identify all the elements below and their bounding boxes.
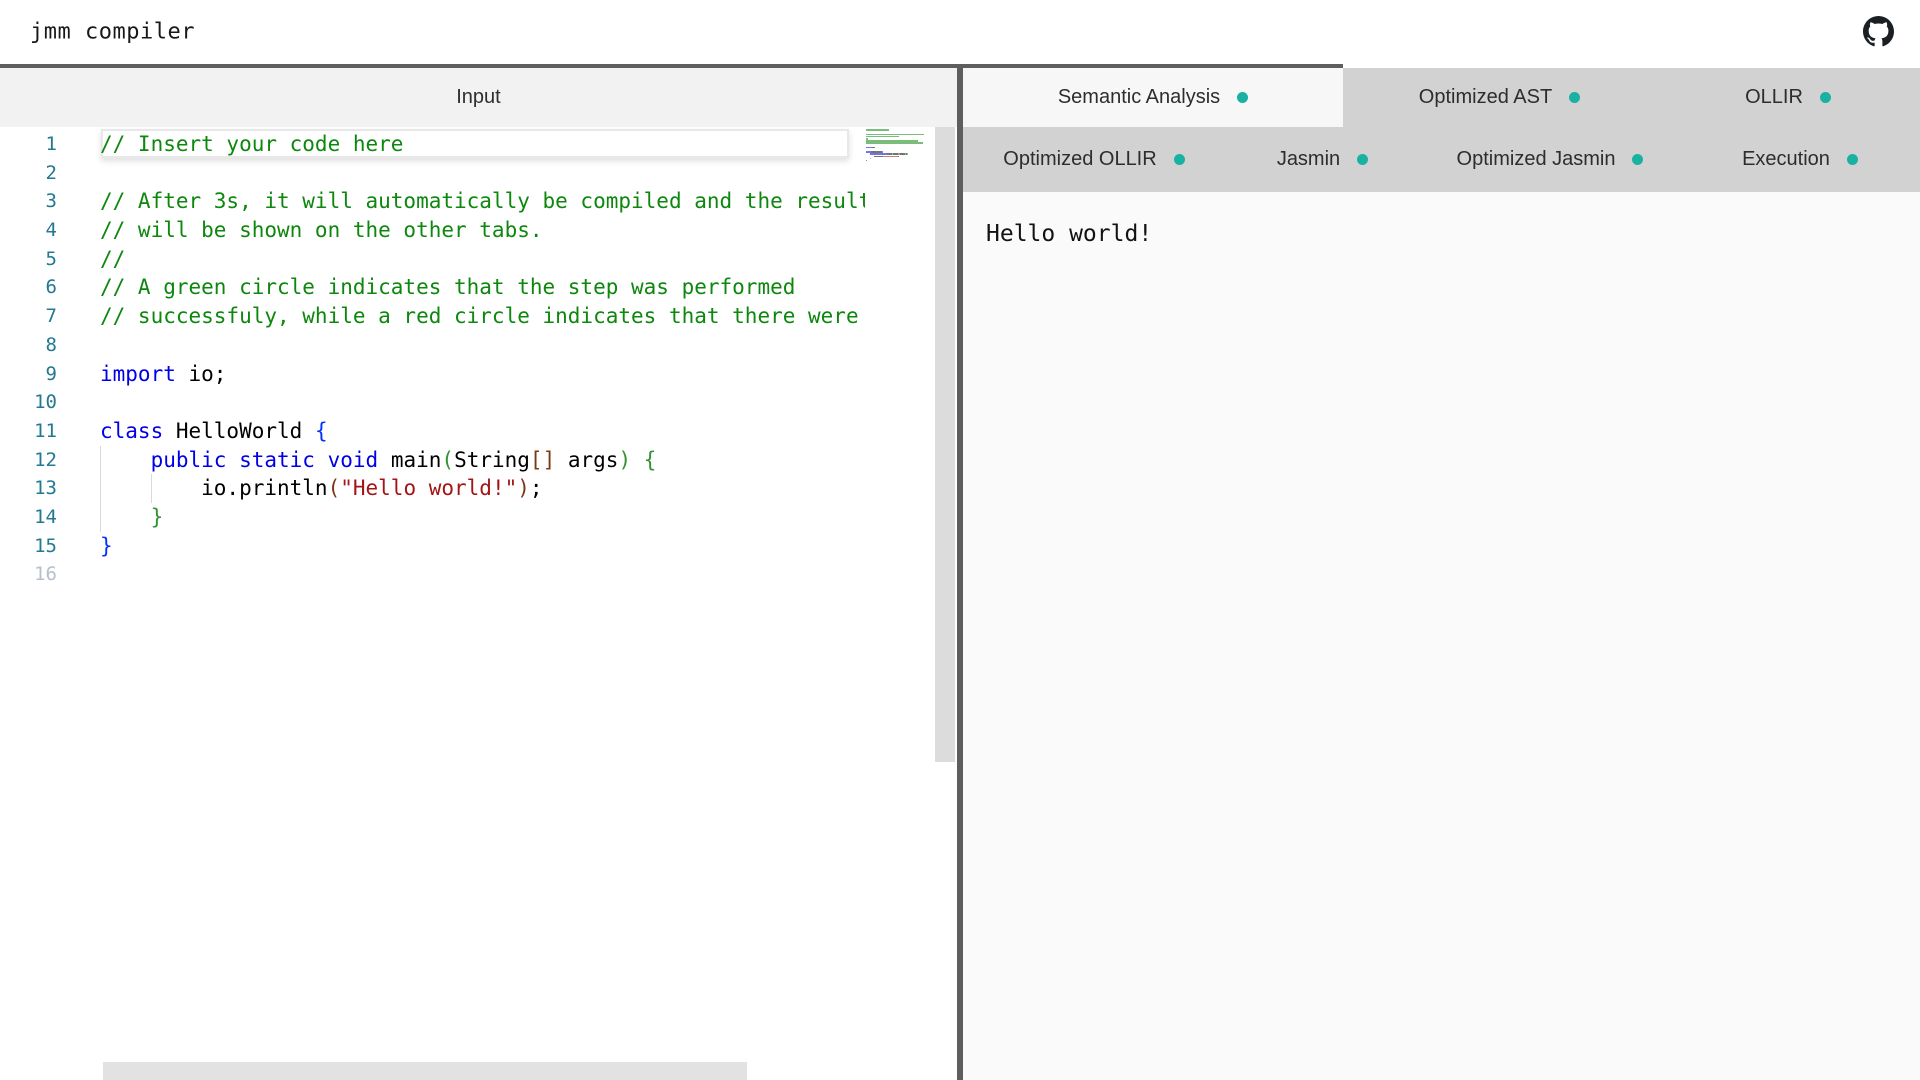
tab-label: Semantic Analysis xyxy=(1058,86,1220,109)
status-dot-semantic-analysis xyxy=(1237,92,1248,103)
code-line: io.println("Hello world!"); xyxy=(100,474,865,503)
code-editor[interactable]: 12345678910111213141516 // Insert your c… xyxy=(0,127,957,1080)
code-content: // Insert your code here // After 3s, it … xyxy=(100,130,865,910)
github-icon[interactable] xyxy=(1863,16,1894,47)
status-dot-optimized-ollir xyxy=(1174,154,1185,165)
app-root: jmm compiler Input 123456789101112131415… xyxy=(0,0,1920,1080)
code-line: import io; xyxy=(100,360,865,389)
minimap-line xyxy=(866,162,935,164)
indent-guide xyxy=(100,446,101,532)
line-number: 14 xyxy=(0,503,57,532)
code-line: } xyxy=(100,503,865,532)
line-number: 6 xyxy=(0,273,57,302)
tab-label: Optimized Jasmin xyxy=(1457,148,1616,171)
tab-label: Execution xyxy=(1742,148,1830,171)
line-number: 7 xyxy=(0,302,57,331)
indent-guide xyxy=(151,474,152,503)
tab-semantic-analysis[interactable]: Semantic Analysis xyxy=(963,68,1343,127)
input-tab-label: Input xyxy=(456,86,500,109)
code-line: // successfuly, while a red circle indic… xyxy=(100,302,865,331)
status-dot-optimized-ast xyxy=(1569,92,1580,103)
line-number: 4 xyxy=(0,216,57,245)
code-line xyxy=(100,159,865,188)
code-line xyxy=(100,331,865,360)
line-number: 16 xyxy=(0,560,57,589)
status-dot-ollir xyxy=(1820,92,1831,103)
code-line: // will be shown on the other tabs. xyxy=(100,216,865,245)
vertical-scrollbar[interactable] xyxy=(935,127,955,762)
minimap[interactable] xyxy=(866,129,935,164)
line-number: 10 xyxy=(0,388,57,417)
app-title: jmm compiler xyxy=(30,20,195,45)
tab-jasmin[interactable]: Jasmin xyxy=(1225,127,1420,192)
tabs-row-1: Semantic Analysis Optimized AST OLLIR xyxy=(963,68,1920,127)
code-line xyxy=(100,560,865,589)
code-line: // xyxy=(100,245,865,274)
tab-label: Optimized AST xyxy=(1419,86,1552,109)
output-text: Hello world! xyxy=(963,192,1920,247)
code-line: // After 3s, it will automatically be co… xyxy=(100,187,865,216)
code-line: class HelloWorld { xyxy=(100,417,865,446)
code-line: public static void main(String[] args) { xyxy=(100,446,865,475)
tab-optimized-ast[interactable]: Optimized AST xyxy=(1343,68,1656,127)
status-dot-jasmin xyxy=(1357,154,1368,165)
tab-execution[interactable]: Execution xyxy=(1680,127,1920,192)
tab-label: Optimized OLLIR xyxy=(1003,148,1156,171)
line-number: 2 xyxy=(0,159,57,188)
line-number: 12 xyxy=(0,446,57,475)
line-number: 8 xyxy=(0,331,57,360)
line-number: 11 xyxy=(0,417,57,446)
line-number-gutter: 12345678910111213141516 xyxy=(0,130,57,589)
output-content: Hello world! xyxy=(963,192,1920,1080)
output-pane: Semantic Analysis Optimized AST OLLIR Opti… xyxy=(963,68,1920,1080)
input-pane: Input 12345678910111213141516 // Insert … xyxy=(0,68,957,1080)
code-line: // A green circle indicates that the ste… xyxy=(100,273,865,302)
status-dot-execution xyxy=(1847,154,1858,165)
line-number: 1 xyxy=(0,130,57,159)
horizontal-scrollbar[interactable] xyxy=(103,1062,747,1080)
tabs-row-2: Optimized OLLIR Jasmin Optimized Jasmin Exe… xyxy=(963,127,1920,192)
code-line: } xyxy=(100,532,865,561)
line-number: 9 xyxy=(0,360,57,389)
line-number: 5 xyxy=(0,245,57,274)
line-number: 15 xyxy=(0,532,57,561)
tab-ollir[interactable]: OLLIR xyxy=(1656,68,1920,127)
status-dot-optimized-jasmin xyxy=(1632,154,1643,165)
header: jmm compiler xyxy=(0,0,1920,64)
line-number: 13 xyxy=(0,474,57,503)
tab-label: Jasmin xyxy=(1277,148,1340,171)
tab-optimized-jasmin[interactable]: Optimized Jasmin xyxy=(1420,127,1680,192)
tab-optimized-ollir[interactable]: Optimized OLLIR xyxy=(963,127,1225,192)
tab-input[interactable]: Input xyxy=(0,68,957,127)
code-line xyxy=(100,388,865,417)
code-line: // Insert your code here xyxy=(100,130,865,159)
line-number: 3 xyxy=(0,187,57,216)
tab-label: OLLIR xyxy=(1745,86,1803,109)
